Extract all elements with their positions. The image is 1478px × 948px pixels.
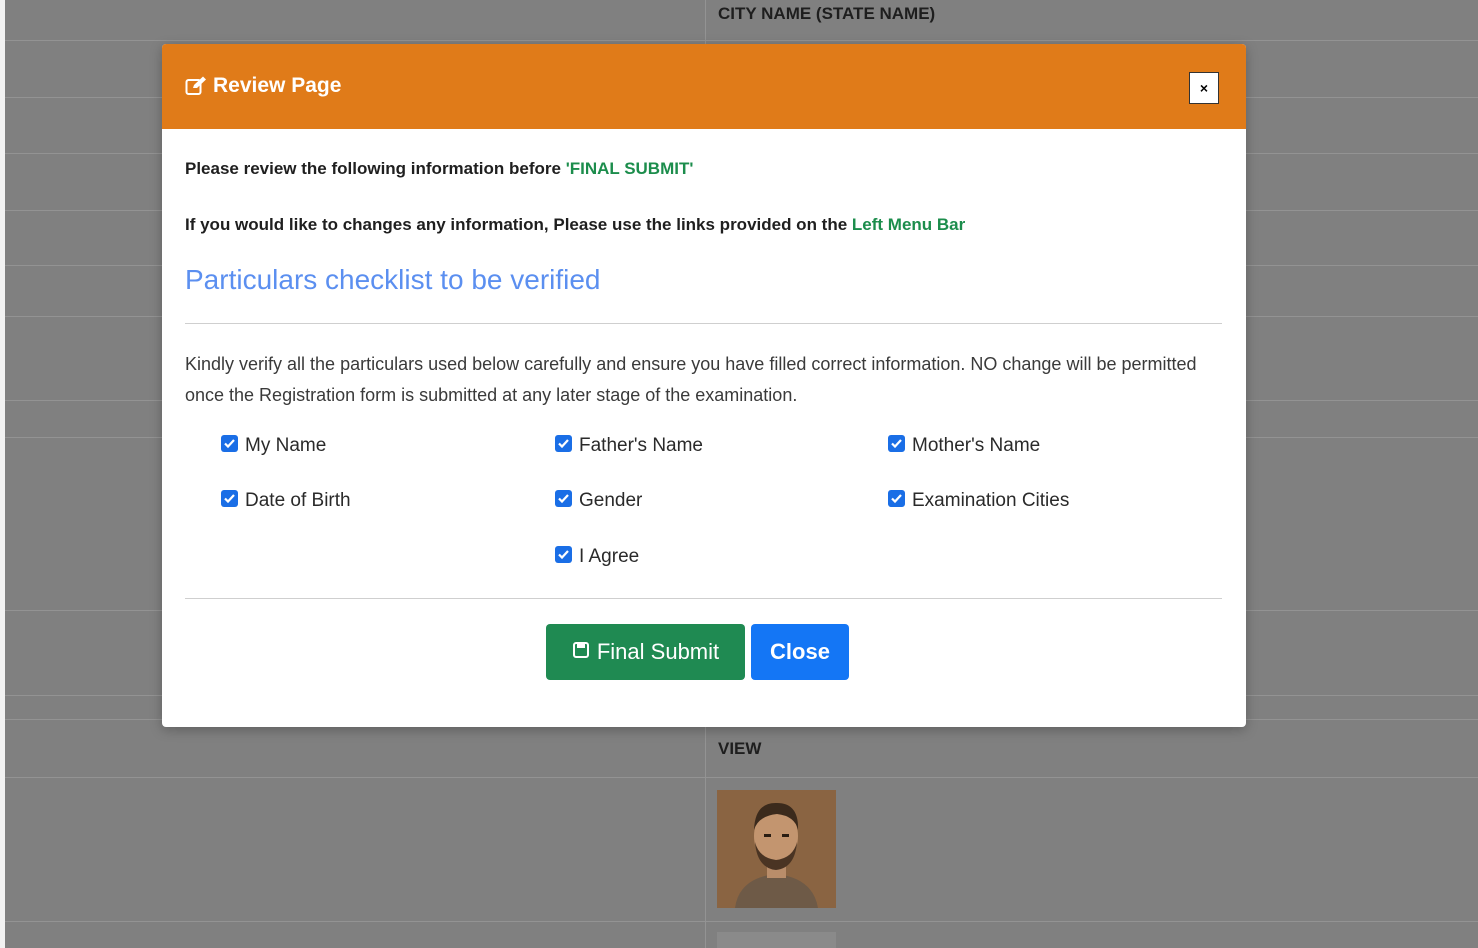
divider: [185, 598, 1222, 599]
checkbox-my-name[interactable]: My Name: [221, 434, 327, 457]
review-modal: Review Page × Please review the followin…: [162, 44, 1246, 727]
modal-title-text: Review Page: [213, 74, 342, 97]
checkbox-label: Examination Cities: [912, 490, 1070, 511]
modal-header: Review Page ×: [162, 44, 1246, 129]
checkbox-label: Gender: [579, 490, 643, 511]
checkbox-mothers-name[interactable]: Mother's Name: [888, 434, 1041, 457]
checkbox-gender[interactable]: Gender: [555, 489, 643, 512]
close-button[interactable]: Close: [751, 624, 849, 680]
table-row-line: [5, 777, 1478, 778]
close-x-button[interactable]: ×: [1189, 72, 1219, 104]
checkbox-date-of-birth[interactable]: Date of Birth: [221, 489, 351, 512]
checkbox-label: Father's Name: [579, 435, 704, 456]
edit-icon: [185, 76, 207, 96]
checkbox-label: Mother's Name: [912, 435, 1041, 456]
verification-description: Kindly verify all the particulars used b…: [185, 354, 1197, 405]
checkbox-checked-icon[interactable]: [888, 434, 905, 452]
final-submit-highlight: 'FINAL SUBMIT': [565, 159, 694, 178]
table-row-line: [5, 921, 1478, 922]
checkbox-i-agree[interactable]: I Agree: [555, 545, 640, 568]
checkbox-label: Date of Birth: [245, 490, 351, 511]
final-submit-label: Final Submit: [596, 639, 720, 664]
checkbox-checked-icon[interactable]: [555, 545, 572, 563]
checkbox-checked-icon[interactable]: [221, 489, 238, 507]
change-instruction-text: If you would like to changes any informa…: [185, 215, 852, 234]
checkbox-label: My Name: [245, 435, 327, 456]
change-instruction: If you would like to changes any informa…: [185, 215, 965, 235]
checkbox-checked-icon[interactable]: [555, 489, 572, 507]
checkbox-checked-icon[interactable]: [888, 489, 905, 507]
checkbox-fathers-name[interactable]: Father's Name: [555, 434, 704, 457]
review-instruction-text: Please review the following information …: [185, 159, 566, 178]
checkbox-checked-icon[interactable]: [221, 434, 238, 452]
checkbox-checked-icon[interactable]: [555, 434, 572, 452]
checklist-title: Particulars checklist to be verified: [185, 264, 601, 295]
left-menu-bar-link[interactable]: Left Menu Bar: [852, 215, 965, 234]
page-left-edge: [0, 0, 5, 948]
signature-image: [717, 932, 836, 948]
city-name-header: CITY NAME (STATE NAME): [718, 4, 936, 23]
save-icon: [572, 639, 590, 665]
final-submit-button[interactable]: Final Submit: [546, 624, 745, 680]
modal-title: Review Page: [185, 74, 341, 98]
checkbox-label: I Agree: [579, 546, 640, 567]
review-instruction: Please review the following information …: [185, 159, 693, 179]
checkbox-examination-cities[interactable]: Examination Cities: [888, 489, 1070, 512]
view-label: VIEW: [718, 739, 762, 758]
candidate-photo: [717, 790, 836, 908]
divider: [185, 323, 1222, 324]
table-row-line: [5, 40, 1478, 41]
